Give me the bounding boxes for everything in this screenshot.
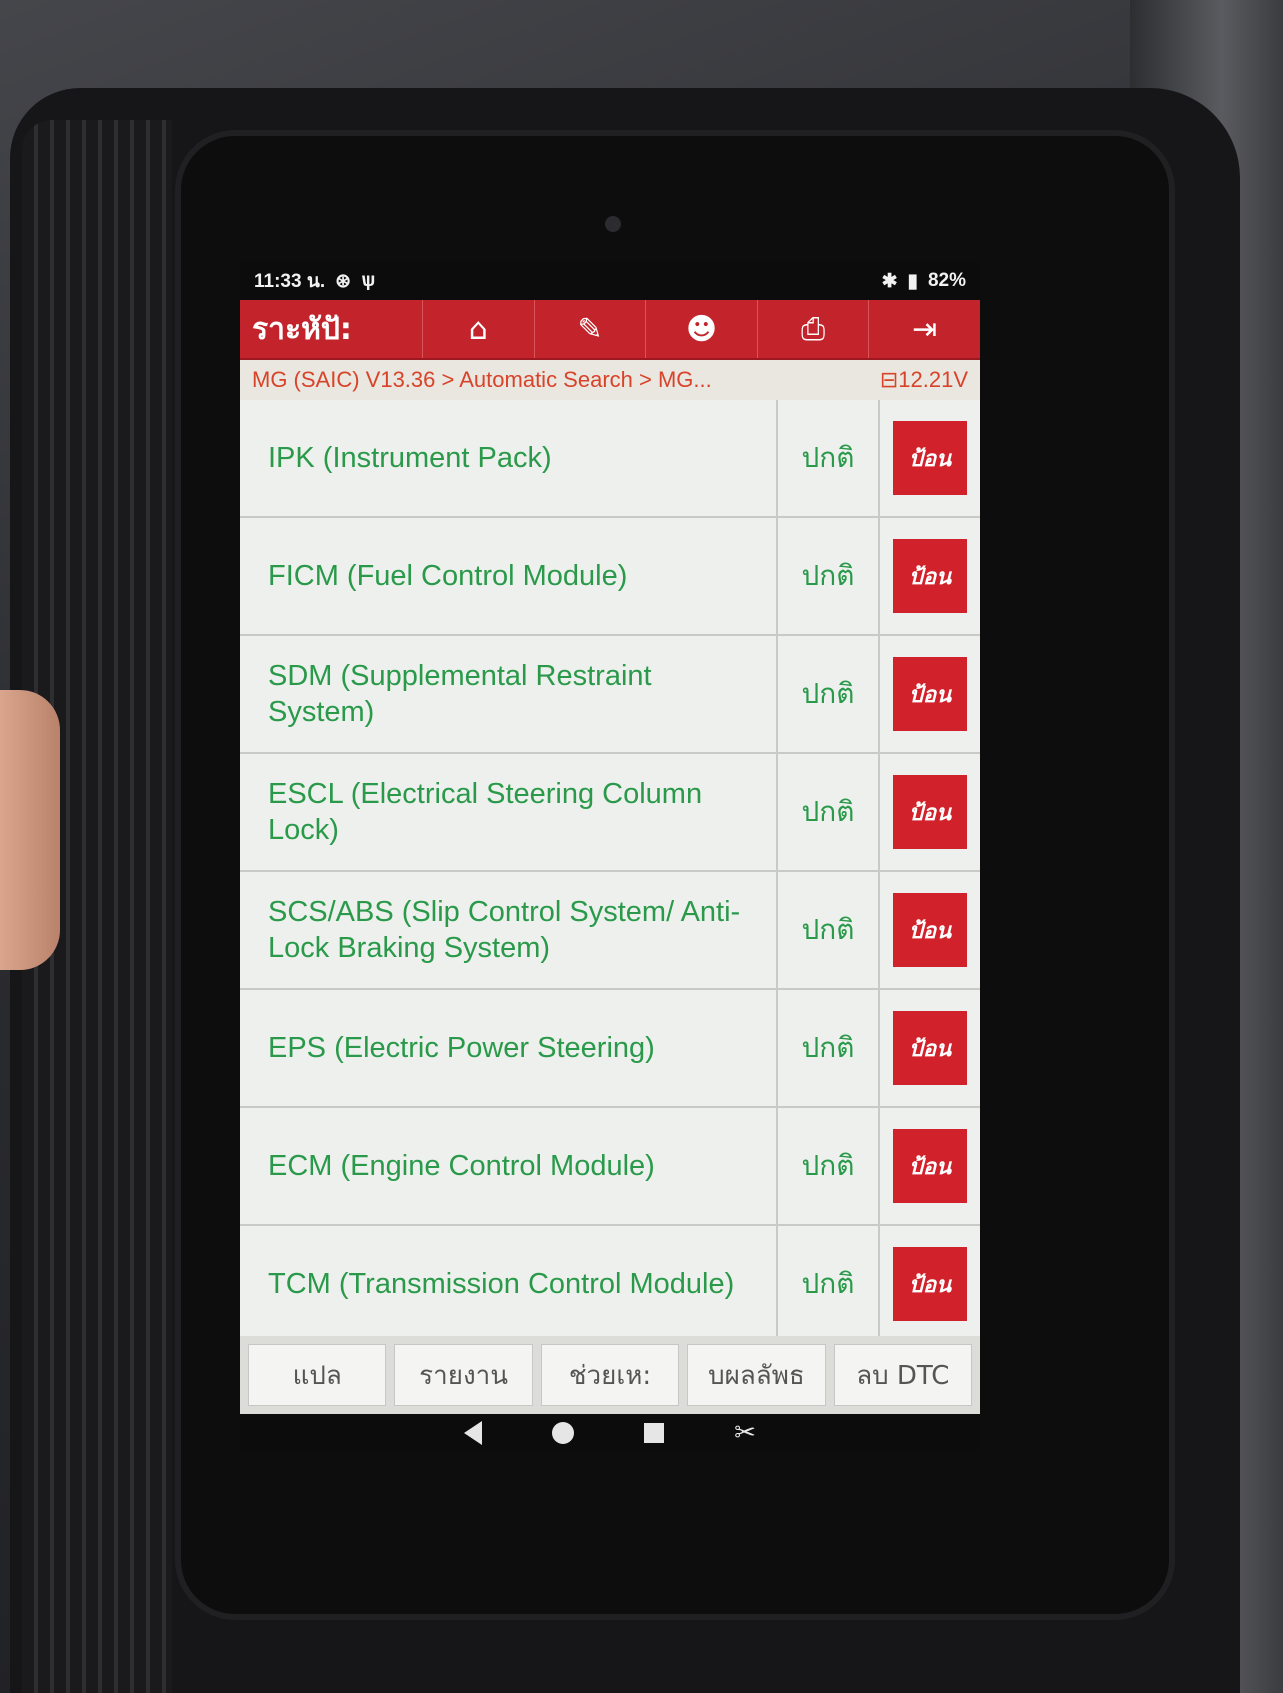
list-item: EPS (Electric Power Steering) ปกติ ป้อน — [240, 990, 980, 1108]
status-time: 11:33 น. — [254, 271, 326, 292]
recents-icon[interactable] — [644, 1423, 665, 1443]
user-icon: ☻ — [685, 311, 718, 347]
system-status: ปกติ — [778, 990, 880, 1106]
list-item: ECM (Engine Control Module) ปกติ ป้อน — [240, 1108, 980, 1226]
enter-button[interactable]: ป้อน — [893, 775, 967, 849]
system-name: TCM (Transmission Control Module) — [240, 1226, 778, 1336]
function-bar: แปล รายงาน ช่วยเห: บผลลัพธ ลบ DTC — [240, 1336, 980, 1414]
enter-button[interactable]: ป้อน — [893, 1011, 967, 1085]
alarm-icon: ⊛ — [335, 270, 352, 292]
enter-button[interactable]: ป้อน — [893, 539, 967, 613]
system-status: ปกติ — [778, 518, 880, 634]
battery-voltage-icon: ⊟ — [879, 367, 899, 392]
list-item: IPK (Instrument Pack) ปกติ ป้อน — [240, 400, 980, 518]
back-icon[interactable] — [464, 1421, 483, 1445]
system-name: SCS/ABS (Slip Control System/ Anti-Lock … — [240, 872, 778, 988]
front-camera — [605, 216, 621, 232]
system-status: ปกติ — [778, 1108, 880, 1224]
enter-button[interactable]: ป้อน — [893, 657, 967, 731]
system-name: FICM (Fuel Control Module) — [240, 518, 778, 634]
battery-level: 82% — [927, 270, 966, 291]
user-button[interactable]: ☻ — [645, 300, 757, 358]
system-name: EPS (Electric Power Steering) — [240, 990, 778, 1106]
report-button[interactable]: รายงาน — [394, 1344, 533, 1406]
list-item: FICM (Fuel Control Module) ปกติ ป้อน — [240, 518, 980, 636]
list-item: SDM (Supplemental Restraint System) ปกติ… — [240, 636, 980, 754]
system-status: ปกติ — [778, 400, 880, 516]
exit-icon: ⇥ — [912, 311, 938, 347]
list-item: SCS/ABS (Slip Control System/ Anti-Lock … — [240, 872, 980, 990]
home-icon: ⌂ — [468, 311, 488, 347]
home-nav-icon[interactable] — [552, 1422, 575, 1444]
edit-button[interactable]: ✎ — [533, 300, 646, 358]
status-bar: 11:33 น. ⊛ ѱ ✱ ▮ 82% — [240, 262, 980, 300]
system-name: SDM (Supplemental Restraint System) — [240, 636, 778, 752]
enter-button[interactable]: ป้อน — [893, 421, 967, 495]
android-nav-bar: ✂ — [240, 1414, 980, 1452]
print-button[interactable]: ⎙ — [756, 300, 869, 358]
home-button[interactable]: ⌂ — [422, 300, 534, 358]
battery-voltage: 12.21V — [898, 367, 968, 392]
battery-icon: ▮ — [907, 270, 918, 292]
system-name: IPK (Instrument Pack) — [240, 400, 778, 516]
enter-button[interactable]: ป้อน — [893, 1129, 967, 1203]
tablet-screen: 11:33 น. ⊛ ѱ ✱ ▮ 82% ราะหัปั: ⌂ ✎ ☻ ⎙ ⇥ … — [240, 262, 980, 1452]
results-button[interactable]: บผลลัพธ — [687, 1344, 826, 1406]
hand-thumb — [0, 690, 60, 970]
translate-button[interactable]: แปล — [248, 1344, 387, 1406]
list-item: TCM (Transmission Control Module) ปกติ ป… — [240, 1226, 980, 1336]
system-name: ECM (Engine Control Module) — [240, 1108, 778, 1224]
app-title: ราะหัปั: — [252, 311, 352, 347]
exit-button[interactable]: ⇥ — [868, 300, 980, 358]
list-item: ESCL (Electrical Steering Column Lock) ป… — [240, 754, 980, 872]
system-list[interactable]: IPK (Instrument Pack) ปกติ ป้อน FICM (Fu… — [240, 400, 980, 1336]
enter-button[interactable]: ป้อน — [893, 893, 967, 967]
breadcrumb-path: MG (SAIC) V13.36 > Automatic Search > MG… — [252, 367, 712, 392]
edit-icon: ✎ — [577, 311, 603, 347]
app-toolbar: ราะหัปั: ⌂ ✎ ☻ ⎙ ⇥ — [240, 300, 980, 360]
system-status: ปกติ — [778, 1226, 880, 1336]
bluetooth-icon: ✱ — [881, 270, 898, 292]
clear-dtc-button[interactable]: ลบ DTC — [833, 1344, 973, 1406]
system-status: ปกติ — [778, 872, 880, 988]
enter-button[interactable]: ป้อน — [893, 1247, 967, 1321]
breadcrumb: MG (SAIC) V13.36 > Automatic Search > MG… — [240, 360, 980, 400]
usb-icon: ѱ — [361, 270, 376, 291]
system-name: ESCL (Electrical Steering Column Lock) — [240, 754, 778, 870]
print-icon: ⎙ — [801, 311, 826, 347]
screenshot-icon[interactable]: ✂ — [734, 1418, 756, 1448]
system-status: ปกติ — [778, 636, 880, 752]
help-button[interactable]: ช่วยเห: — [540, 1344, 680, 1406]
system-status: ปกติ — [778, 754, 880, 870]
